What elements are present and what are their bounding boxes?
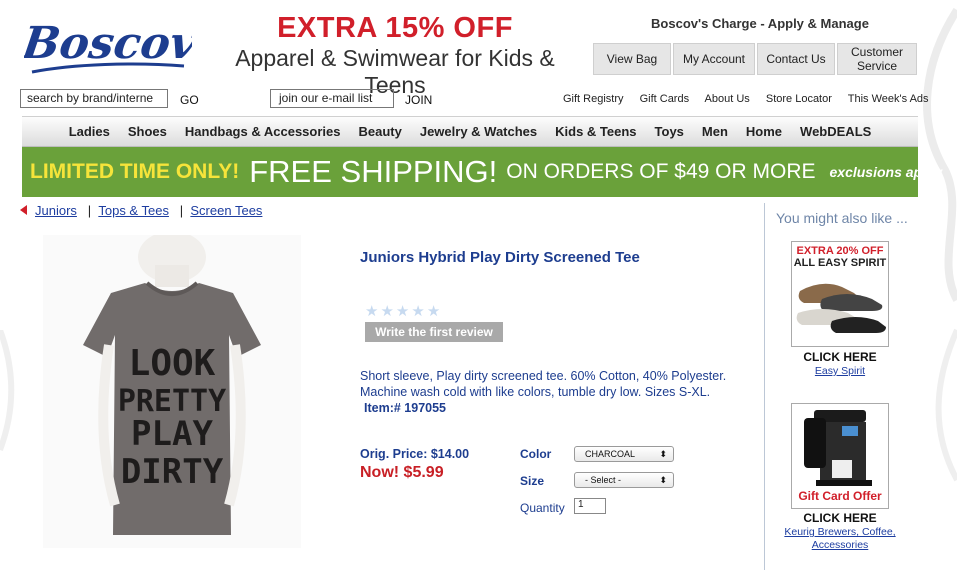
my-account-button[interactable]: My Account [673, 43, 755, 75]
background-swirl [923, 7, 957, 482]
nav-toys[interactable]: Toys [646, 124, 693, 139]
nav-ladies[interactable]: Ladies [60, 124, 119, 139]
nav-jewelry-watches[interactable]: Jewelry & Watches [411, 124, 546, 139]
store-locator-link[interactable]: Store Locator [766, 93, 832, 105]
gift-registry-link[interactable]: Gift Registry [563, 93, 624, 105]
view-bag-button[interactable]: View Bag [593, 43, 671, 75]
contact-us-button[interactable]: Contact Us [757, 43, 835, 75]
quantity-label: Quantity [520, 501, 565, 515]
email-signup-input[interactable]: join our e-mail list [270, 89, 394, 108]
shirt-text-line-4: DIRTY [121, 452, 224, 492]
nav-men[interactable]: Men [693, 124, 737, 139]
color-select[interactable]: CHARCOAL ⬍ [574, 446, 674, 462]
ad1-cta[interactable]: CLICK HERE [791, 350, 889, 364]
size-select-value: - Select - [585, 475, 622, 485]
banner-free-shipping: FREE SHIPPING! [249, 154, 498, 189]
customer-service-button[interactable]: Customer Service [837, 43, 917, 75]
color-select-value: CHARCOAL [585, 449, 636, 459]
ad-easy-spirit[interactable]: EXTRA 20% OFF ALL EASY SPIRIT [791, 241, 889, 347]
star-icon: ★ [365, 303, 379, 320]
size-label: Size [520, 474, 545, 488]
promo-headline[interactable]: EXTRA 15% OFF [205, 12, 585, 45]
star-icon: ★ [426, 303, 441, 320]
item-number: Item:# 197055 [364, 401, 447, 415]
breadcrumb-juniors[interactable]: Juniors [35, 203, 77, 218]
ad-gift-card-offer[interactable]: Gift Card Offer [791, 403, 889, 509]
utility-links: Gift Registry Gift Cards About Us Store … [563, 93, 929, 105]
star-icon: ★ [380, 303, 394, 320]
rating-stars[interactable]: ★ ★ ★ ★ ★ [365, 304, 440, 319]
product-description: Short sleeve, Play dirty screened tee. 6… [360, 368, 735, 416]
go-button[interactable]: GO [180, 93, 199, 107]
gift-cards-link[interactable]: Gift Cards [640, 93, 690, 105]
keurig-brewer-image [804, 410, 872, 486]
nav-webdeals[interactable]: WebDEALS [791, 124, 880, 139]
banner-exclusions: exclusions apply [829, 164, 943, 180]
back-arrow-icon[interactable] [20, 205, 27, 215]
ad2-headline: Gift Card Offer [798, 489, 882, 503]
boscovs-logo[interactable]: Boscov's [24, 6, 192, 86]
nav-shoes[interactable]: Shoes [119, 124, 176, 139]
star-icon: ★ [395, 303, 410, 320]
size-select[interactable]: - Select - ⬍ [574, 472, 674, 488]
ad2-link[interactable]: Keurig Brewers, Coffee, Accessories [776, 526, 904, 552]
color-label: Color [520, 447, 552, 461]
shirt-text-line-3: PLAY [131, 414, 213, 454]
select-arrows-icon: ⬍ [659, 474, 667, 485]
boscovs-charge-link[interactable]: Boscov's Charge - Apply & Manage [610, 16, 910, 31]
shirt-text-line-1: LOOK [129, 343, 216, 384]
breadcrumb-screen-tees[interactable]: Screen Tees [190, 203, 262, 218]
weekly-ads-link[interactable]: This Week's Ads [848, 93, 929, 105]
ad1-subheadline: ALL EASY SPIRIT [793, 257, 887, 269]
nav-home[interactable]: Home [737, 124, 791, 139]
banner-limited-time: LIMITED TIME ONLY! [30, 160, 240, 183]
breadcrumb-tops-tees[interactable]: Tops & Tees [98, 203, 169, 218]
write-review-button[interactable]: Write the first review [365, 322, 503, 342]
tshirt-illustration: LOOK PRETTY PLAY DIRTY [83, 231, 261, 535]
free-shipping-banner[interactable]: LIMITED TIME ONLY! FREE SHIPPING! ON ORD… [22, 147, 942, 197]
join-button[interactable]: JOIN [405, 93, 432, 107]
nav-beauty[interactable]: Beauty [349, 124, 410, 139]
main-nav: Ladies Shoes Handbags & Accessories Beau… [22, 116, 918, 147]
sale-price: Now! $5.99 [360, 464, 444, 481]
ad2-cta[interactable]: CLICK HERE [791, 511, 889, 525]
you-might-also-like-heading: You might also like ... [776, 210, 908, 226]
promo-subheadline[interactable]: Apparel & Swimwear for Kids & Teens [205, 45, 585, 99]
star-icon: ★ [411, 303, 425, 320]
nav-handbags-accessories[interactable]: Handbags & Accessories [176, 124, 350, 139]
banner-orders-threshold: ON ORDERS OF $49 OR MORE [506, 160, 816, 183]
quantity-input[interactable]: 1 [574, 498, 606, 514]
description-text: Short sleeve, Play dirty screened tee. 6… [360, 369, 727, 399]
product-image[interactable]: LOOK PRETTY PLAY DIRTY [43, 231, 301, 548]
shoes-image [796, 283, 886, 333]
nav-kids-teens[interactable]: Kids & Teens [546, 124, 645, 139]
search-input[interactable]: search by brand/interne [20, 89, 168, 108]
svg-text:Boscov's: Boscov's [24, 17, 192, 69]
ad1-link[interactable]: Easy Spirit [791, 365, 889, 378]
original-price: Orig. Price: $14.00 [360, 447, 470, 461]
sidebar-divider [764, 203, 765, 570]
breadcrumb: Juniors | Tops & Tees | Screen Tees [20, 203, 262, 218]
background-swirl-left [0, 330, 15, 452]
product-title: Juniors Hybrid Play Dirty Screened Tee [360, 249, 640, 266]
about-us-link[interactable]: About Us [705, 93, 750, 105]
select-arrows-icon: ⬍ [659, 448, 667, 459]
ad1-headline: EXTRA 20% OFF [796, 245, 884, 257]
